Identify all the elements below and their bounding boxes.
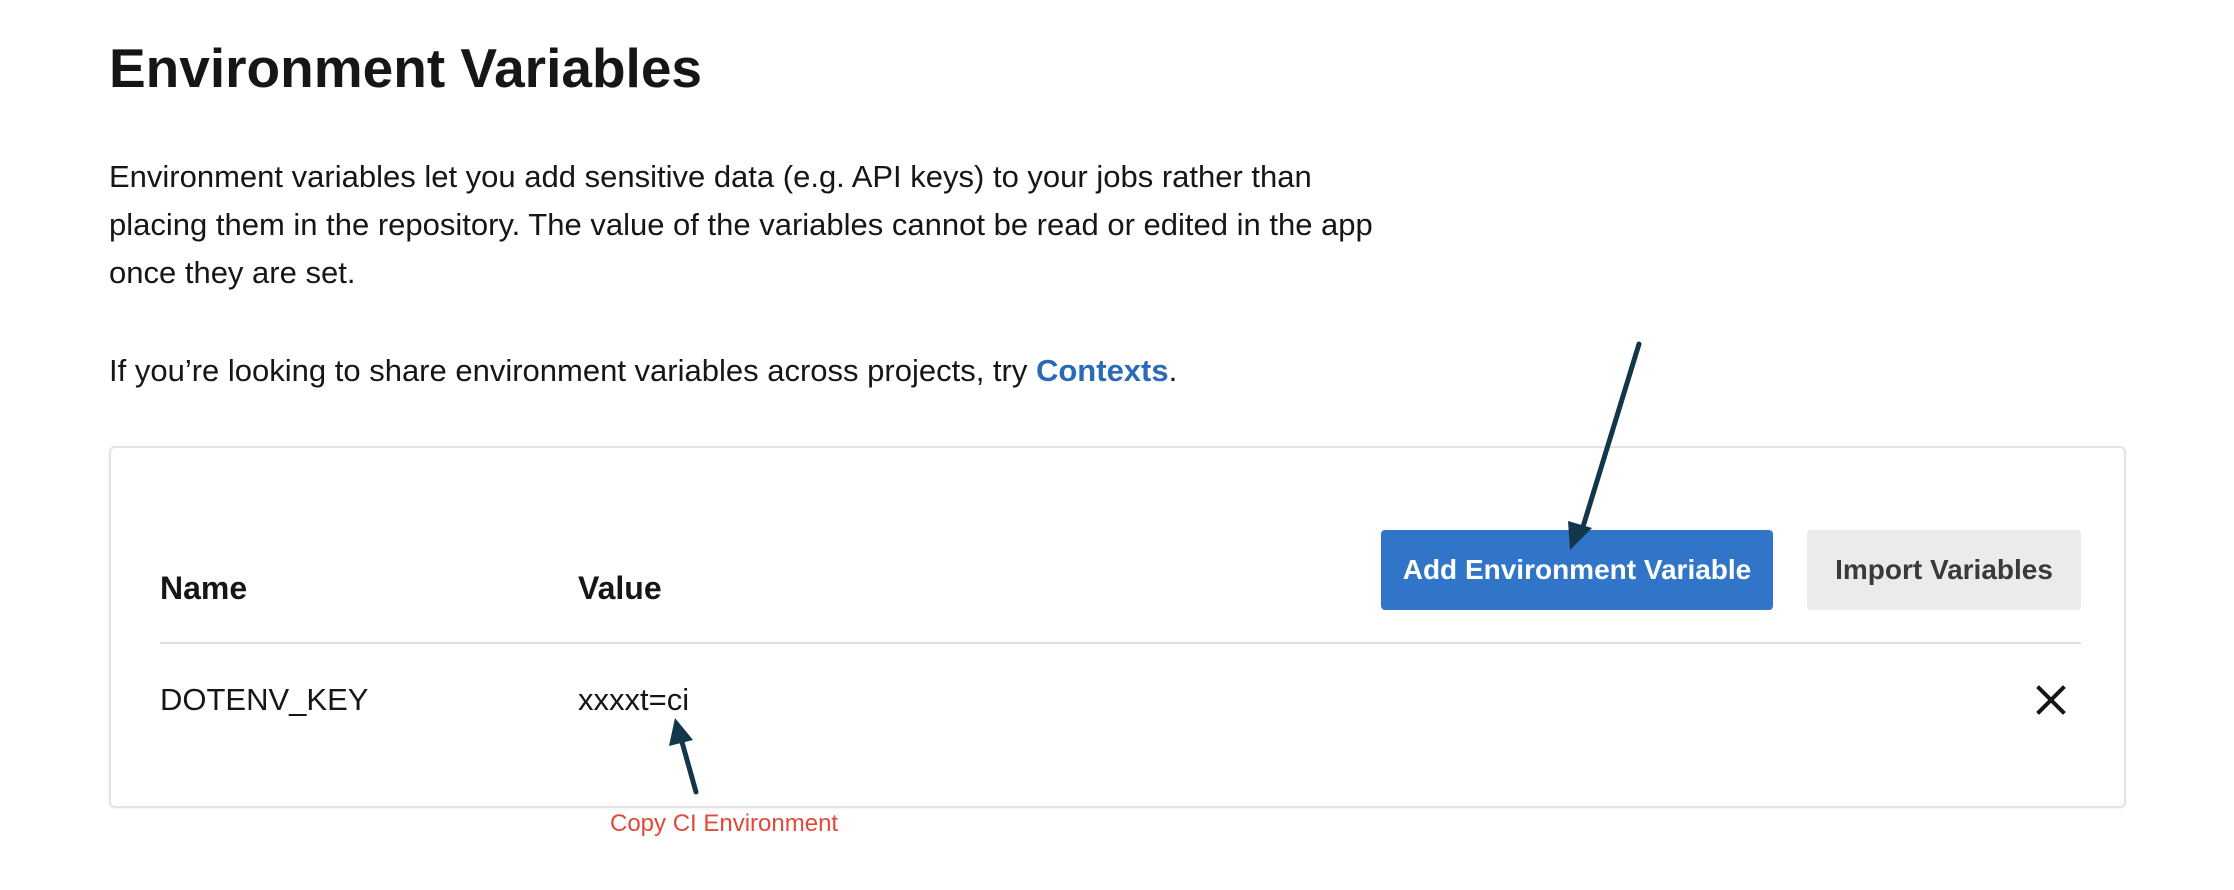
contexts-hint-suffix: . [1168, 353, 1178, 388]
env-variables-table: Name Value Add Environment Variable Impo… [109, 446, 2126, 808]
contexts-hint-text: If you’re looking to share environment v… [109, 353, 1036, 388]
add-environment-variable-button[interactable]: Add Environment Variable [1381, 530, 1773, 610]
page-title: Environment Variables [109, 37, 702, 99]
variable-name: DOTENV_KEY [160, 682, 369, 717]
variable-value: xxxxt=ci [578, 682, 690, 717]
column-header-value: Value [578, 570, 662, 606]
contexts-link[interactable]: Contexts [1036, 353, 1169, 388]
copy-ci-environment-annotation: Copy CI Environment [610, 810, 839, 837]
close-icon [2036, 685, 2066, 715]
table-row: DOTENV_KEY xxxxt=ci [111, 644, 2124, 774]
import-variables-button[interactable]: Import Variables [1807, 530, 2081, 610]
delete-variable-button[interactable] [2031, 680, 2071, 720]
page-description: Environment variables let you add sensit… [109, 159, 1373, 290]
contexts-hint: If you’re looking to share environment v… [109, 347, 1177, 395]
column-header-name: Name [160, 570, 248, 606]
